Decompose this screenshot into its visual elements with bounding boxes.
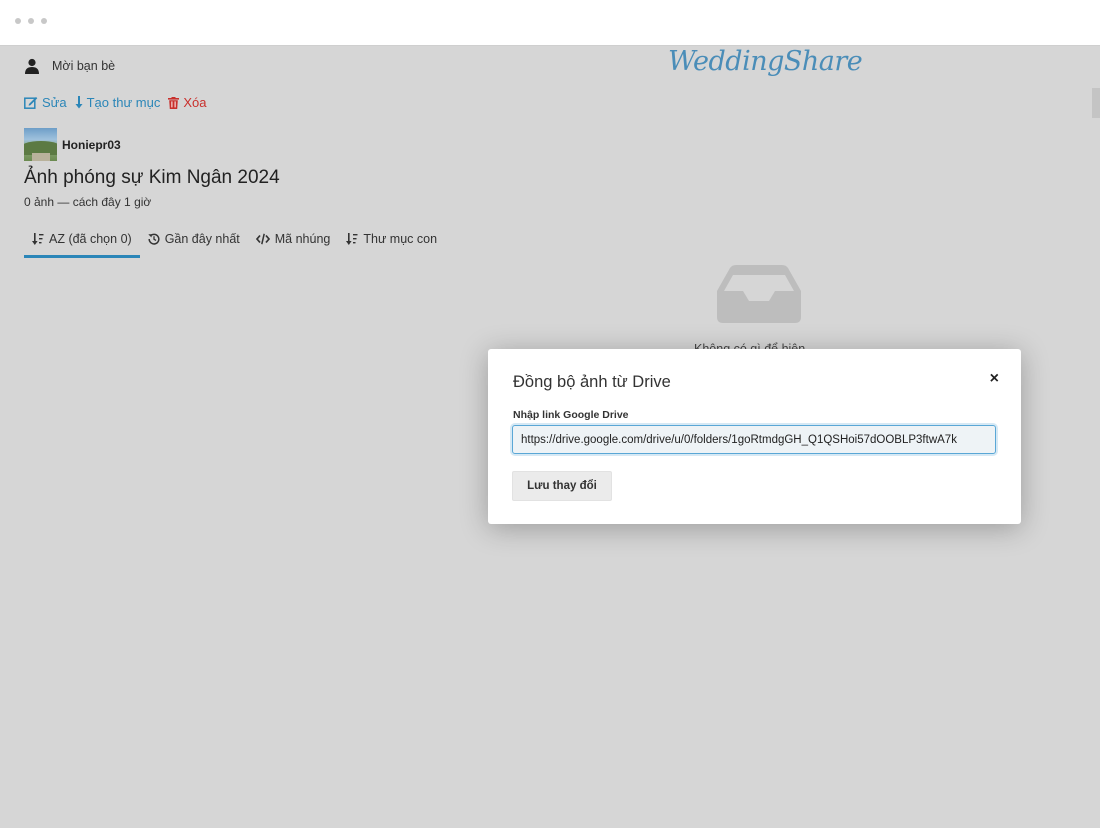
save-changes-button[interactable]: Lưu thay đổi xyxy=(512,471,612,501)
dialog-title: Đồng bộ ảnh từ Drive xyxy=(513,373,671,391)
drive-link-input[interactable] xyxy=(512,425,996,454)
close-icon[interactable]: × xyxy=(990,371,999,387)
window-dot xyxy=(15,18,21,24)
drive-link-label: Nhập link Google Drive xyxy=(513,409,629,421)
drive-sync-dialog: Đồng bộ ảnh từ Drive × Nhập link Google … xyxy=(488,349,1021,524)
browser-chrome xyxy=(0,0,1100,46)
window-dot xyxy=(41,18,47,24)
window-dot xyxy=(28,18,34,24)
